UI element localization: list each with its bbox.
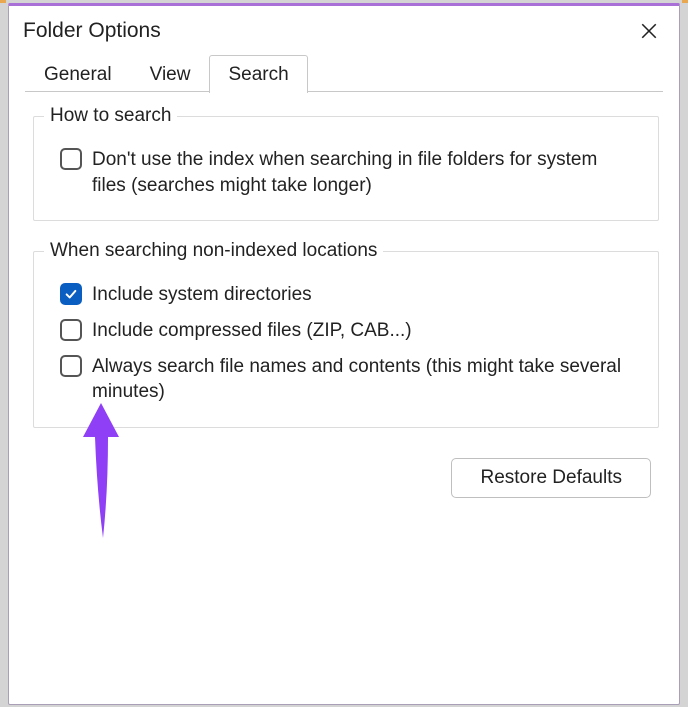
- titlebar: Folder Options: [9, 6, 679, 52]
- option-include-system-dirs[interactable]: Include system directories: [52, 282, 640, 308]
- tab-label: Search: [228, 64, 288, 85]
- group-non-indexed: When searching non-indexed locations Inc…: [33, 251, 659, 428]
- close-icon: [640, 22, 658, 40]
- option-label: Include system directories: [92, 282, 312, 308]
- option-include-compressed[interactable]: Include compressed files (ZIP, CAB...): [52, 318, 640, 344]
- tab-content: How to search Don't use the index when s…: [9, 92, 679, 508]
- option-label: Include compressed files (ZIP, CAB...): [92, 318, 412, 344]
- tab-label: View: [150, 64, 191, 85]
- group-how-to-search: How to search Don't use the index when s…: [33, 116, 659, 221]
- close-button[interactable]: [633, 15, 665, 47]
- option-label: Don't use the index when searching in fi…: [92, 147, 632, 198]
- checkbox-always-search-contents[interactable]: [60, 355, 82, 377]
- tab-search[interactable]: Search: [209, 55, 307, 93]
- group-legend: How to search: [44, 105, 177, 127]
- check-icon: [64, 287, 78, 301]
- checkbox-include-system-dirs[interactable]: [60, 283, 82, 305]
- tab-general[interactable]: General: [25, 55, 131, 93]
- option-label: Always search file names and contents (t…: [92, 354, 632, 405]
- option-dont-use-index[interactable]: Don't use the index when searching in fi…: [52, 147, 640, 198]
- checkbox-dont-use-index[interactable]: [60, 148, 82, 170]
- group-legend: When searching non-indexed locations: [44, 240, 383, 262]
- restore-defaults-button[interactable]: Restore Defaults: [451, 458, 651, 498]
- restore-row: Restore Defaults: [33, 458, 659, 498]
- folder-options-window: Folder Options General View Search How t…: [8, 3, 680, 705]
- window-title: Folder Options: [23, 19, 161, 43]
- checkbox-include-compressed[interactable]: [60, 319, 82, 341]
- tab-view[interactable]: View: [131, 55, 210, 93]
- tab-label: General: [44, 64, 112, 85]
- button-label: Restore Defaults: [480, 467, 622, 488]
- option-always-search-contents[interactable]: Always search file names and contents (t…: [52, 354, 640, 405]
- tabstrip: General View Search: [9, 52, 679, 92]
